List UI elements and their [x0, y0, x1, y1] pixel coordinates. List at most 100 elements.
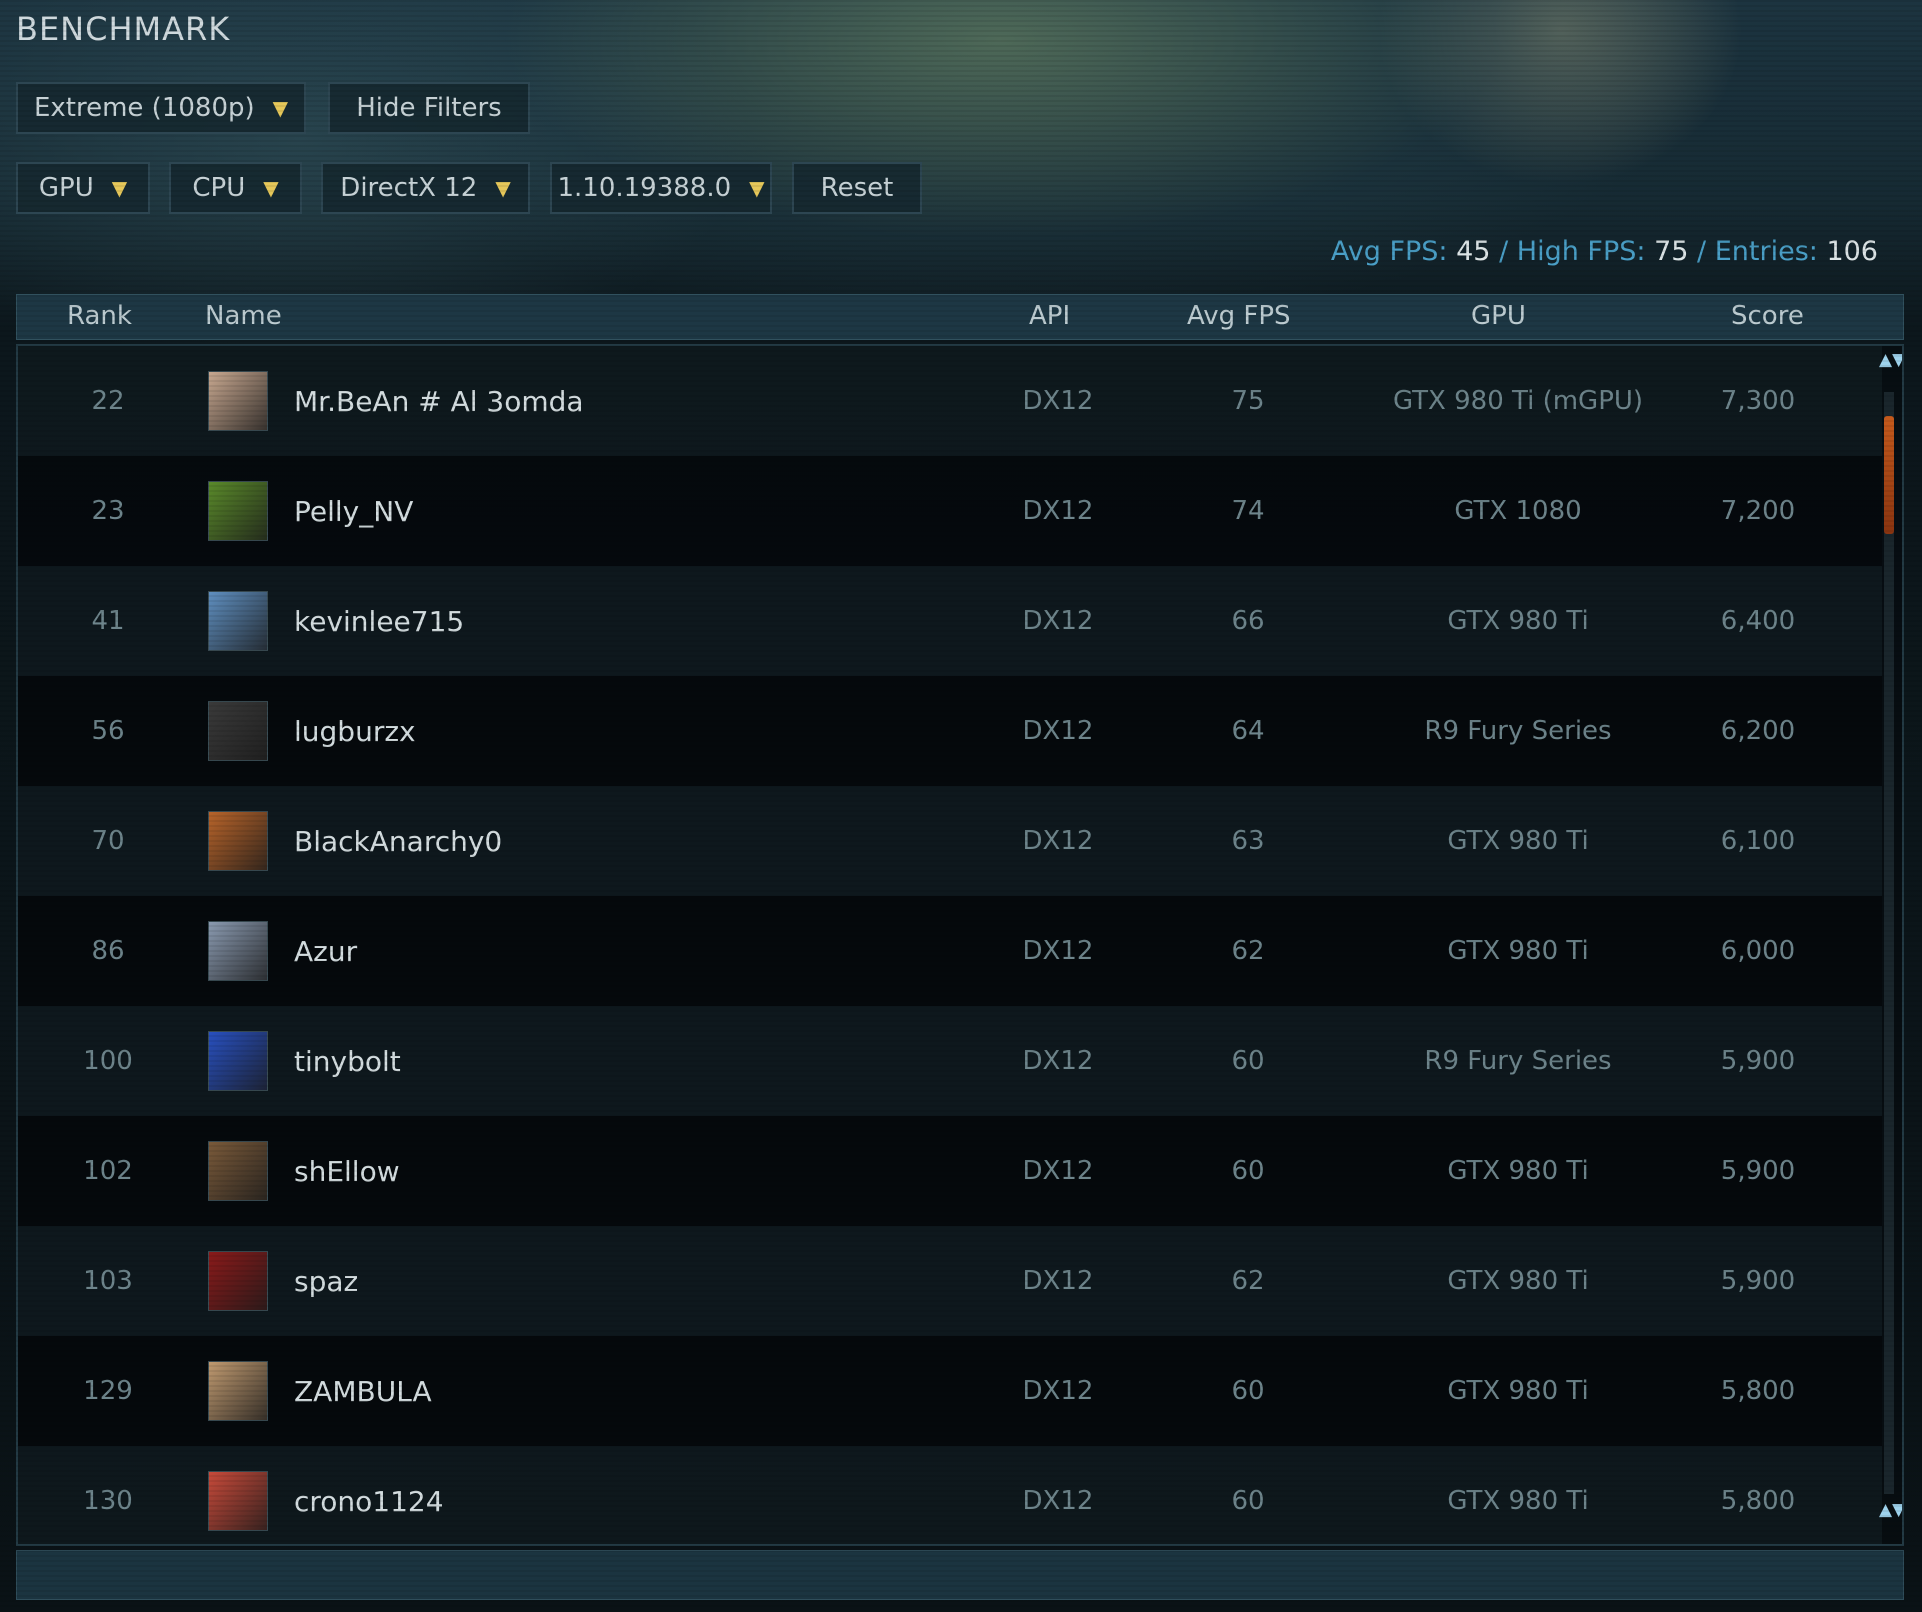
score-cell: 6,400	[1720, 606, 1796, 636]
avatar[interactable]	[208, 1471, 268, 1531]
rank-cell: 70	[91, 826, 125, 856]
avg-fps-cell: 60	[1231, 1486, 1265, 1516]
avg-fps-cell: 62	[1231, 936, 1265, 966]
score-cell: 5,800	[1720, 1376, 1796, 1406]
column-header-score[interactable]: Score	[1731, 301, 1804, 331]
preset-dropdown-label: Extreme (1080p)	[33, 93, 255, 123]
player-name[interactable]: Azur	[294, 896, 357, 1006]
score-cell: 7,200	[1720, 496, 1796, 526]
table-row[interactable]: 100 tinybolt DX12 60 R9 Fury Series 5,900	[18, 1006, 1882, 1116]
score-cell: 5,900	[1720, 1156, 1796, 1186]
table-row[interactable]: 102 shEllow DX12 60 GTX 980 Ti 5,900	[18, 1116, 1882, 1226]
score-cell: 7,300	[1720, 386, 1796, 416]
api-cell: DX12	[1022, 936, 1094, 966]
column-header-avg-fps[interactable]: Avg FPS	[1187, 301, 1291, 331]
api-cell: DX12	[1022, 1156, 1094, 1186]
avatar[interactable]	[208, 701, 268, 761]
player-name[interactable]: Mr.BeAn # Al 3omda	[294, 346, 584, 456]
avg-fps-cell: 60	[1231, 1376, 1265, 1406]
avg-fps-value: 45	[1456, 236, 1491, 267]
avg-fps-cell: 60	[1231, 1046, 1265, 1076]
avatar[interactable]	[208, 921, 268, 981]
footer-bar	[16, 1550, 1904, 1600]
rank-cell: 103	[83, 1266, 133, 1296]
avatar[interactable]	[208, 371, 268, 431]
table-row[interactable]: 41 kevinlee715 DX12 66 GTX 980 Ti 6,400	[18, 566, 1882, 676]
gpu-cell: GTX 980 Ti	[1447, 1485, 1589, 1516]
table-row[interactable]: 129 ZAMBULA DX12 60 GTX 980 Ti 5,800	[18, 1336, 1882, 1446]
player-name[interactable]: shEllow	[294, 1116, 400, 1226]
player-name[interactable]: tinybolt	[294, 1006, 401, 1116]
player-name[interactable]: crono1124	[294, 1446, 444, 1544]
hide-filters-button[interactable]: Hide Filters	[328, 82, 530, 134]
table-row[interactable]: 23 Pelly_NV DX12 74 GTX 1080 7,200	[18, 456, 1882, 566]
player-name[interactable]: Pelly_NV	[294, 456, 413, 566]
column-header-api[interactable]: API	[1029, 301, 1070, 331]
table-row[interactable]: 130 crono1124 DX12 60 GTX 980 Ti 5,800	[18, 1446, 1882, 1544]
version-filter-dropdown[interactable]: 1.10.19388.0 ▼	[550, 162, 772, 214]
rank-cell: 86	[91, 936, 125, 966]
table-row[interactable]: 70 BlackAnarchy0 DX12 63 GTX 980 Ti 6,100	[18, 786, 1882, 896]
gpu-cell: R9 Fury Series	[1424, 1045, 1612, 1076]
version-filter-label: 1.10.19388.0	[557, 173, 732, 203]
rank-cell: 130	[83, 1486, 133, 1516]
scroll-down-icon[interactable]: ▲▼	[1879, 1502, 1902, 1538]
score-cell: 6,100	[1720, 826, 1796, 856]
rank-cell: 22	[91, 386, 125, 416]
player-name[interactable]: BlackAnarchy0	[294, 786, 502, 896]
avatar[interactable]	[208, 1031, 268, 1091]
gpu-cell: GTX 980 Ti	[1447, 1155, 1589, 1186]
player-name[interactable]: lugburzx	[294, 676, 416, 786]
leaderboard-table: 22 Mr.BeAn # Al 3omda DX12 75 GTX 980 Ti (mG…	[16, 344, 1904, 1546]
preset-dropdown[interactable]: Extreme (1080p) ▼	[16, 82, 306, 134]
gpu-cell: R9 Fury Series	[1424, 715, 1612, 746]
gpu-cell: GTX 980 Ti	[1447, 605, 1589, 636]
avatar[interactable]	[208, 1251, 268, 1311]
table-row[interactable]: 56 lugburzx DX12 64 R9 Fury Series 6,200	[18, 676, 1882, 786]
gpu-cell: GTX 980 Ti (mGPU)	[1392, 385, 1644, 416]
table-header: Rank Name API Avg FPS GPU Score	[16, 294, 1904, 340]
scrollbar[interactable]: ▲▼ ▲▼	[1878, 346, 1902, 1544]
table-row[interactable]: 86 Azur DX12 62 GTX 980 Ti 6,000	[18, 896, 1882, 1006]
scroll-up-icon[interactable]: ▲▼	[1879, 352, 1902, 388]
avg-fps-cell: 74	[1231, 496, 1265, 526]
avatar[interactable]	[208, 811, 268, 871]
api-cell: DX12	[1022, 1486, 1094, 1516]
avatar[interactable]	[208, 1141, 268, 1201]
gpu-filter-dropdown[interactable]: GPU ▼	[16, 162, 150, 214]
table-row[interactable]: 22 Mr.BeAn # Al 3omda DX12 75 GTX 980 Ti (mG…	[18, 346, 1882, 456]
avg-fps-cell: 62	[1231, 1266, 1265, 1296]
gpu-cell: GTX 980 Ti	[1447, 935, 1589, 966]
player-name[interactable]: kevinlee715	[294, 566, 464, 676]
caret-down-icon: ▼	[749, 176, 765, 200]
api-cell: DX12	[1022, 1046, 1094, 1076]
avatar[interactable]	[208, 1361, 268, 1421]
stats-separator: /	[1697, 236, 1707, 267]
caret-down-icon: ▼	[263, 176, 279, 200]
avg-fps-cell: 75	[1231, 386, 1265, 416]
directx-filter-dropdown[interactable]: DirectX 12 ▼	[321, 162, 530, 214]
cpu-filter-dropdown[interactable]: CPU ▼	[169, 162, 302, 214]
rank-cell: 41	[91, 606, 125, 636]
reset-button[interactable]: Reset	[792, 162, 922, 214]
column-header-rank[interactable]: Rank	[67, 301, 132, 331]
table-row[interactable]: 103 spaz DX12 62 GTX 980 Ti 5,900	[18, 1226, 1882, 1336]
scrollbar-track[interactable]	[1884, 392, 1894, 1494]
rank-cell: 100	[83, 1046, 133, 1076]
score-cell: 6,000	[1720, 936, 1796, 966]
avatar[interactable]	[208, 481, 268, 541]
rank-cell: 129	[83, 1376, 133, 1406]
gpu-cell: GTX 980 Ti	[1447, 1265, 1589, 1296]
avatar[interactable]	[208, 591, 268, 651]
score-cell: 5,900	[1720, 1266, 1796, 1296]
api-cell: DX12	[1022, 386, 1094, 416]
player-name[interactable]: ZAMBULA	[294, 1336, 432, 1446]
column-header-name[interactable]: Name	[205, 301, 282, 331]
rank-cell: 23	[91, 496, 125, 526]
avg-fps-cell: 60	[1231, 1156, 1265, 1186]
benchmark-window: BENCHMARK Extreme (1080p) ▼ Hide Filters…	[0, 0, 1922, 1612]
player-name[interactable]: spaz	[294, 1226, 358, 1336]
scrollbar-thumb[interactable]	[1884, 415, 1894, 534]
score-cell: 5,900	[1720, 1046, 1796, 1076]
column-header-gpu[interactable]: GPU	[1471, 301, 1526, 331]
